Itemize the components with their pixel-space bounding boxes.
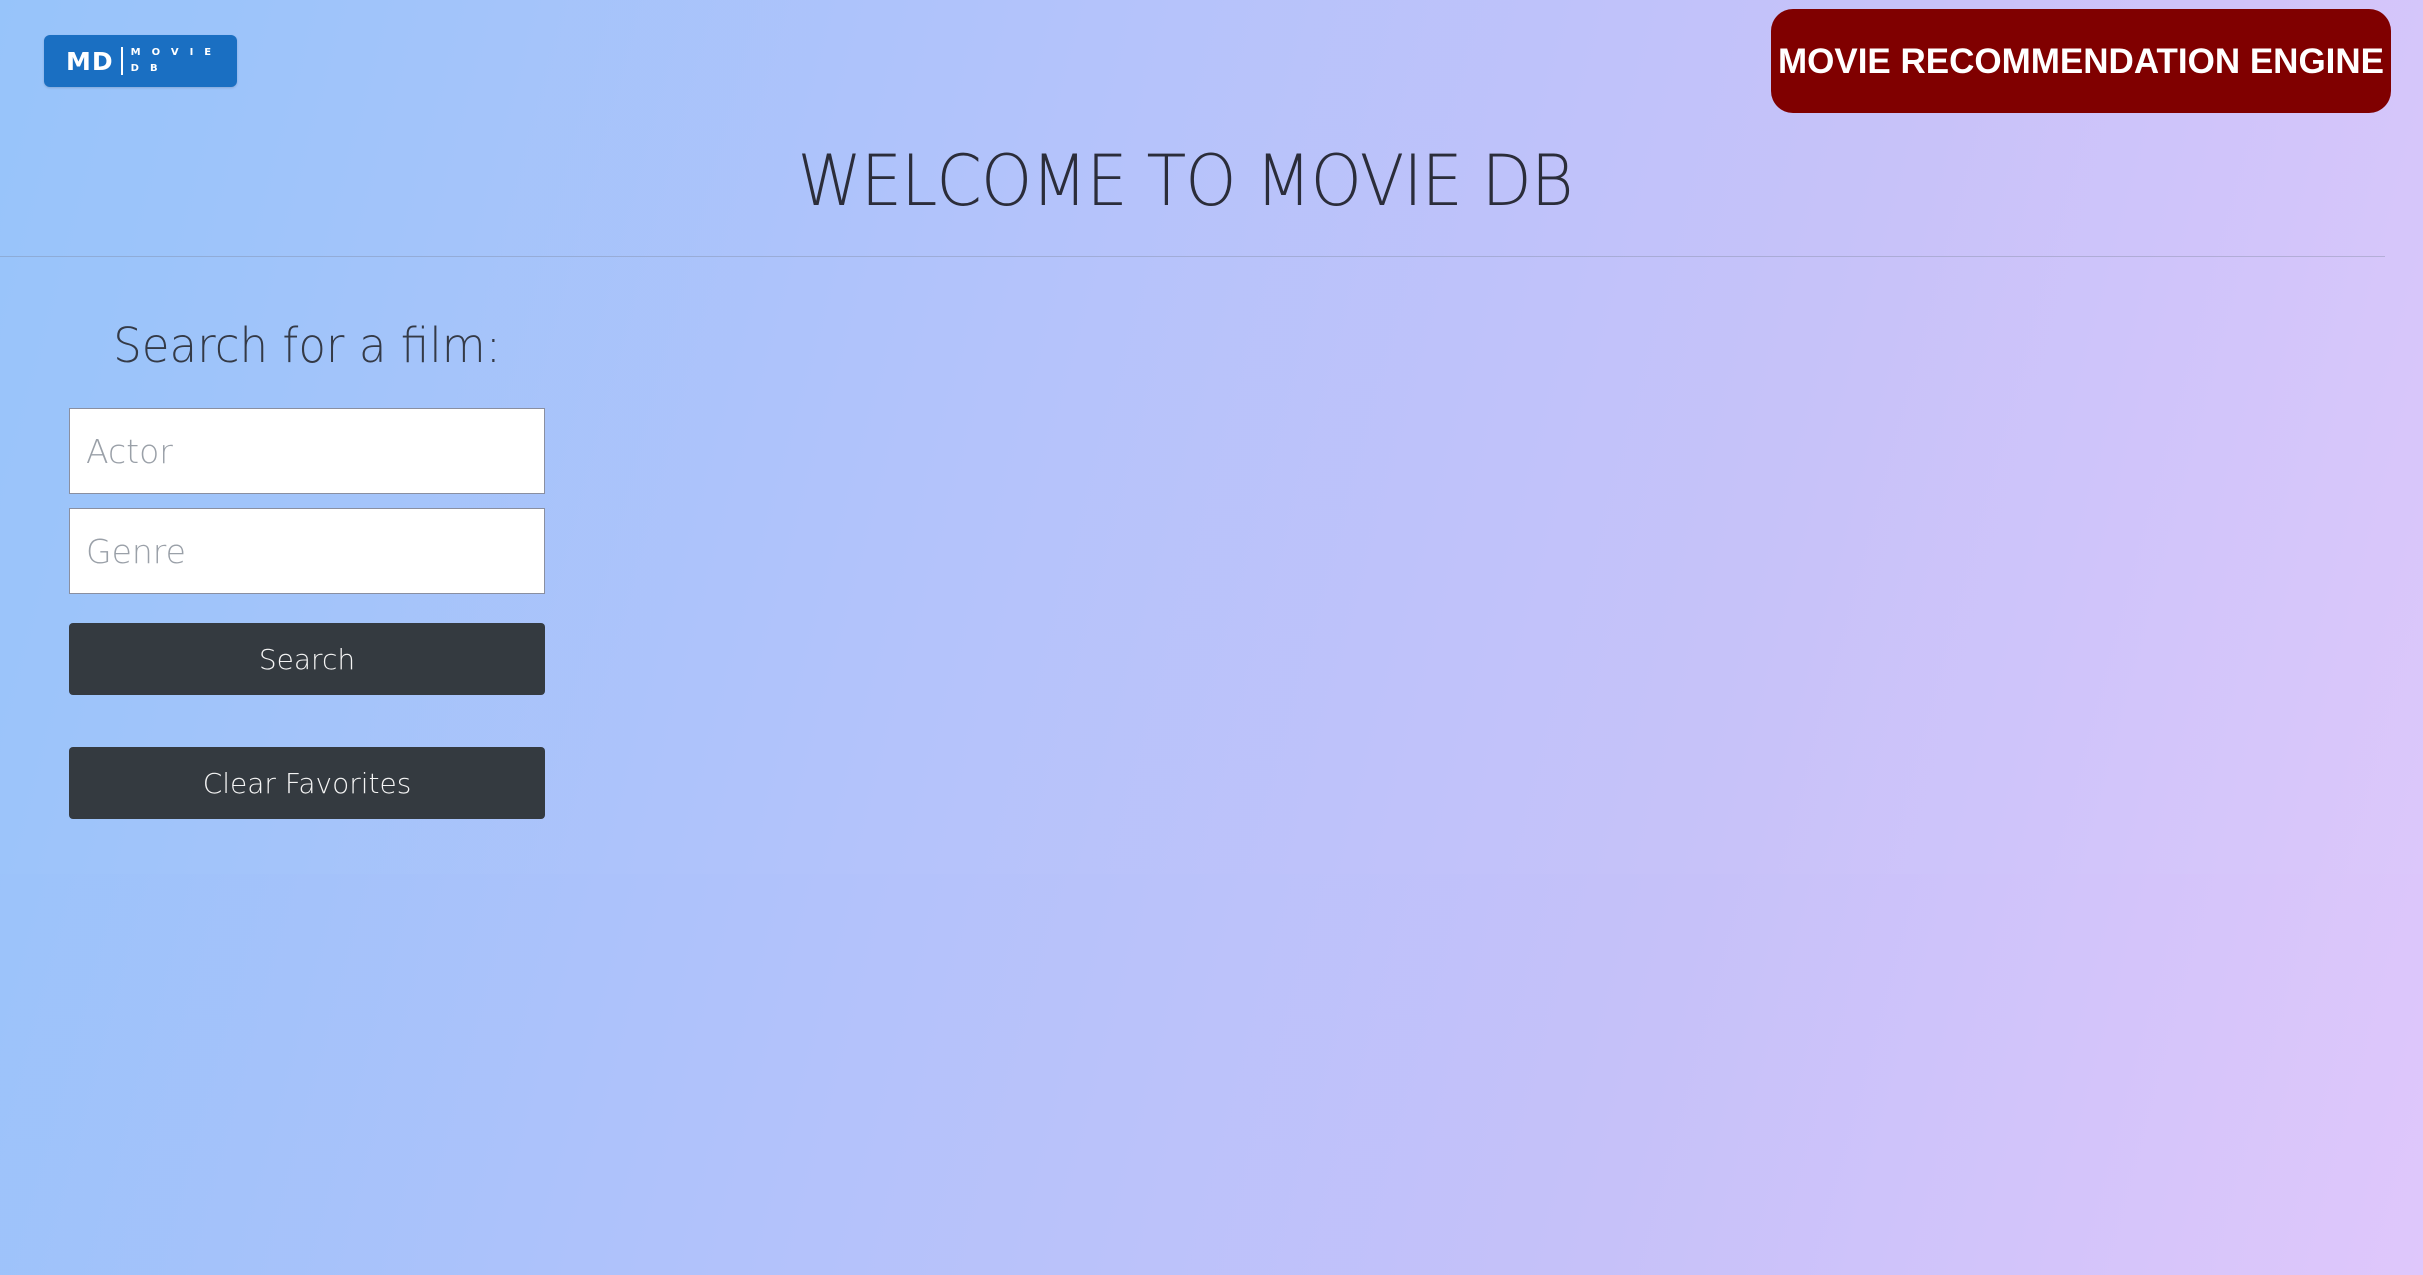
- movie-recommendation-engine-button[interactable]: MOVIE RECOMMENDATION ENGINE: [1771, 9, 2391, 113]
- movie-db-logo[interactable]: MD MOVIE DB: [44, 35, 237, 87]
- search-button[interactable]: Search: [69, 623, 545, 695]
- logo-sub-line1: MOVIE: [130, 47, 223, 58]
- actor-input[interactable]: [69, 408, 545, 494]
- logo-md-text: MD: [66, 46, 114, 76]
- page-title: WELCOME TO MOVIE DB: [797, 140, 1573, 222]
- logo-sub-line2: DB: [130, 63, 169, 74]
- clear-favorites-button[interactable]: Clear Favorites: [69, 747, 545, 819]
- logo-divider: [120, 47, 123, 75]
- logo-subtext: MOVIE DB: [131, 45, 222, 77]
- genre-input[interactable]: [69, 508, 545, 594]
- title-divider: [0, 256, 2385, 257]
- search-heading: Search for a film:: [113, 318, 501, 374]
